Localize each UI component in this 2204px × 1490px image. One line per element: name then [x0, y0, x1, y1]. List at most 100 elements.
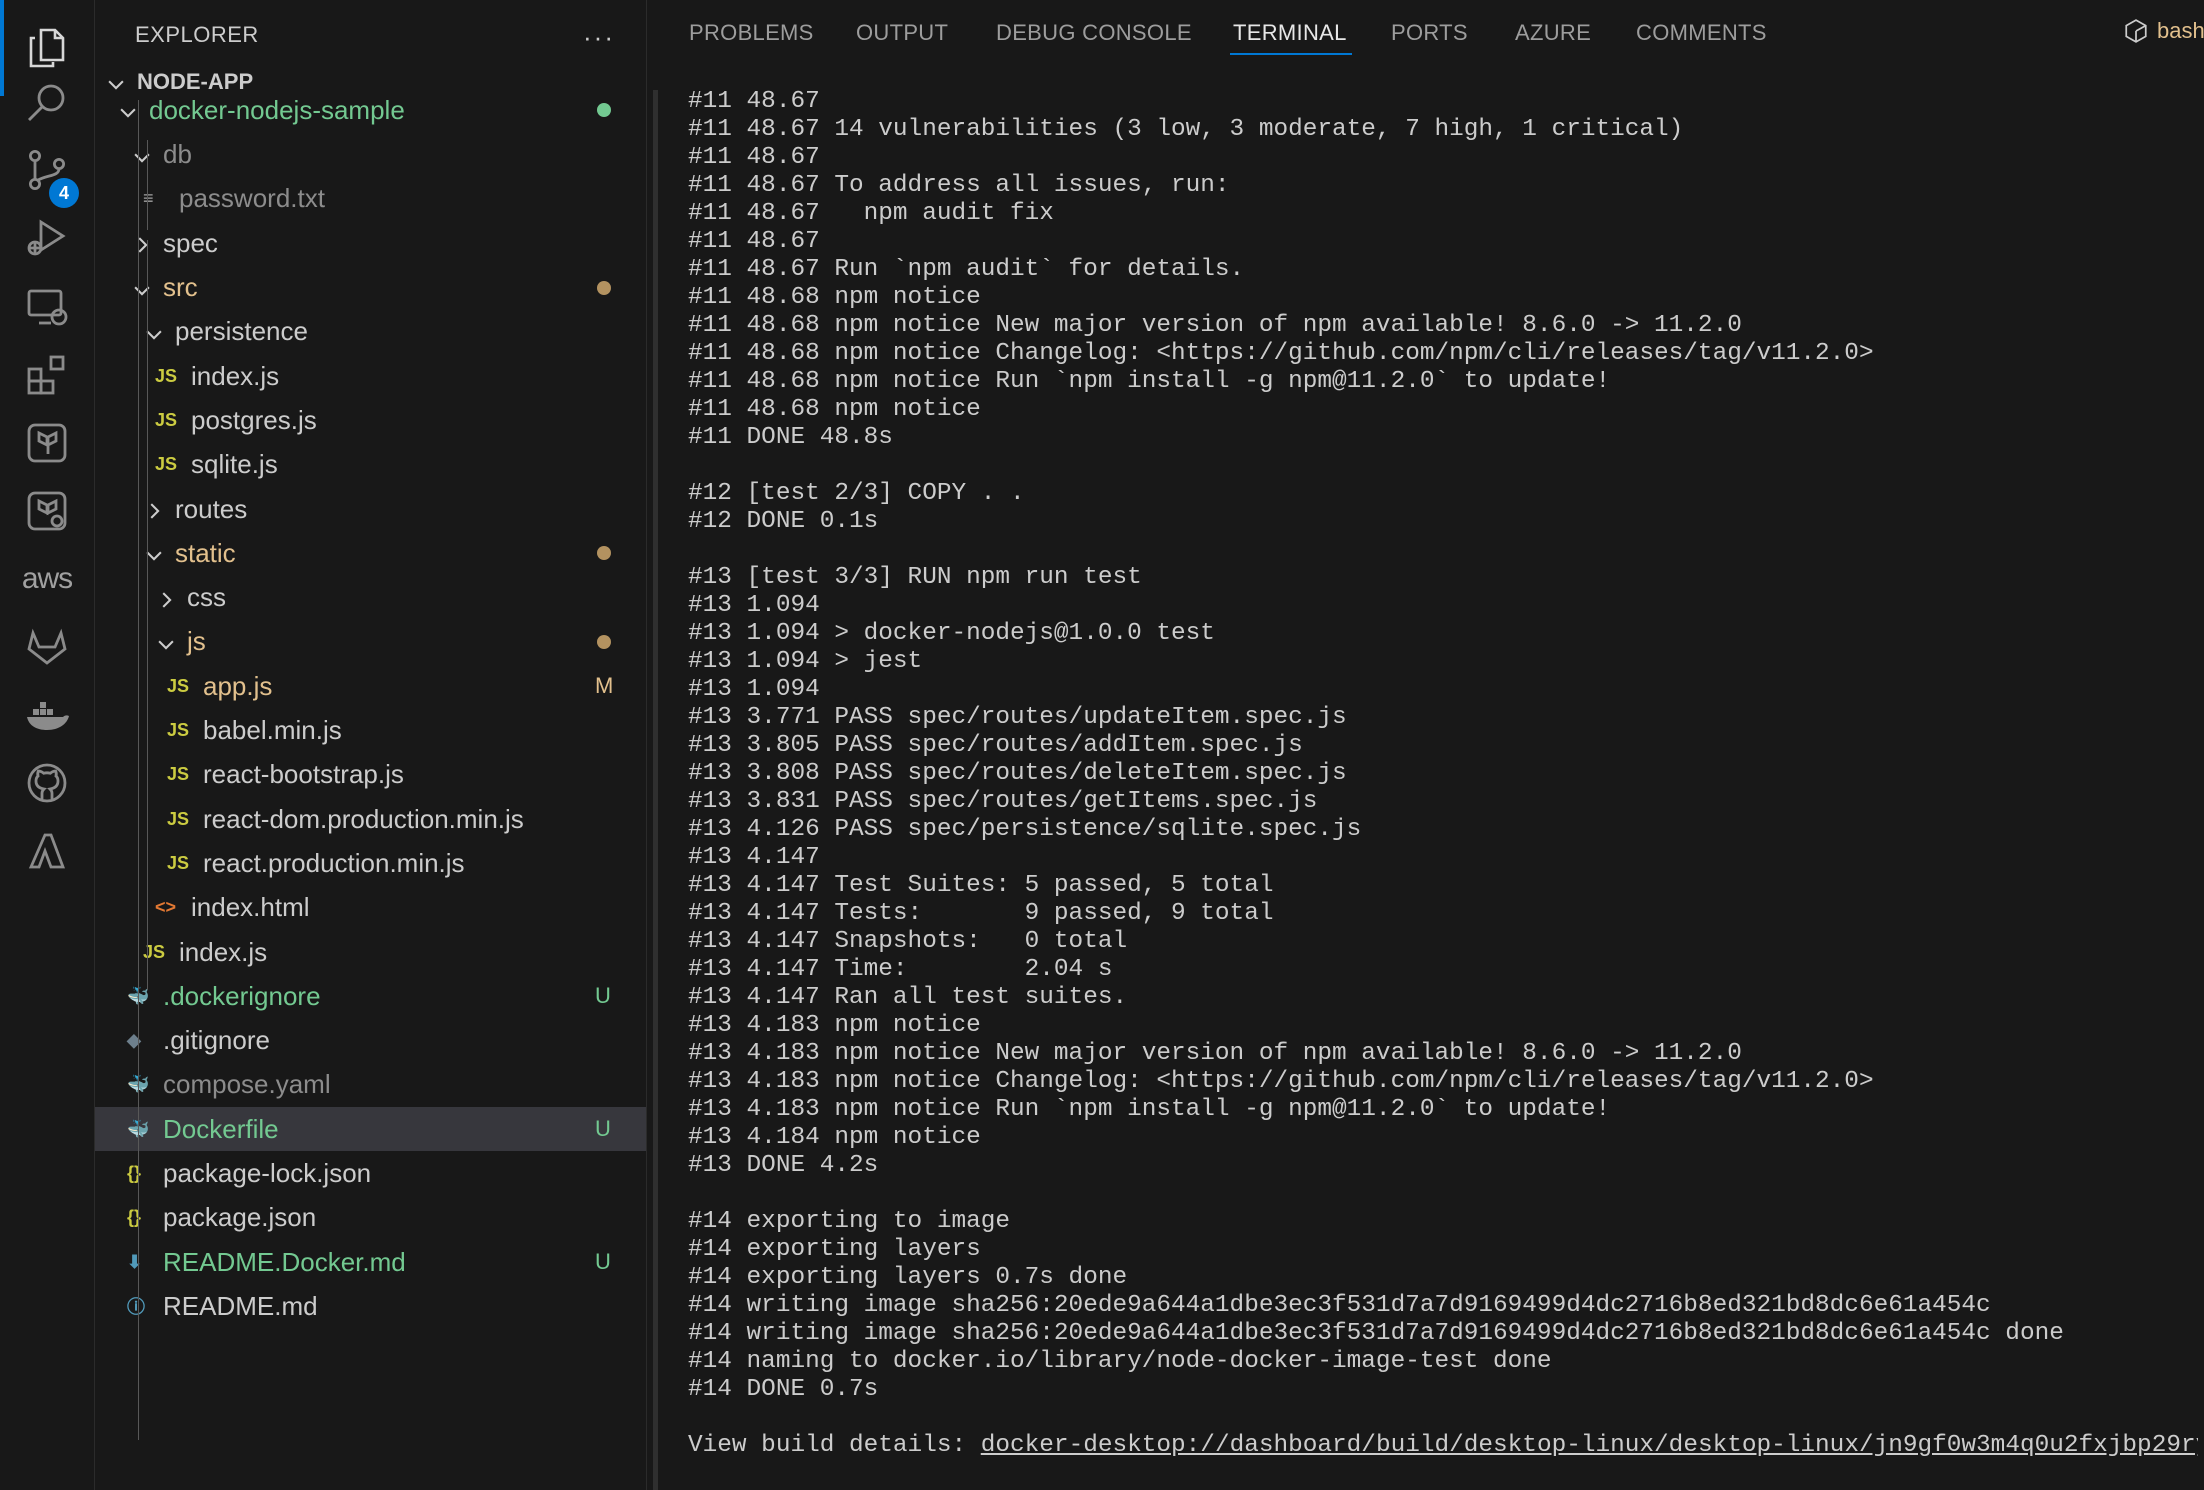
terminal-line: #11 48.68 npm notice Changelog: <https:/… [688, 340, 1874, 367]
chevron-right-icon [155, 587, 177, 609]
explorer-title: EXPLORER [135, 22, 259, 47]
terminal-line: #14 writing image sha256:20ede9a644a1dbe… [688, 1320, 2064, 1347]
tab-azure[interactable]: AZURE [1515, 20, 1591, 46]
tree-file[interactable]: {} package-lock.json [95, 1152, 646, 1196]
tree-file[interactable]: ≡ password.txt [95, 177, 646, 221]
bottom-panel: PROBLEMS OUTPUT DEBUG CONSOLE TERMINAL PORTS… [647, 0, 2204, 1490]
terminal-line: #13 4.183 npm notice New major version o… [688, 1040, 1742, 1067]
terminal-shell-selector[interactable]: bash [2123, 18, 2204, 44]
tree-item-label: src [163, 272, 198, 302]
tree-item-label: react-dom.production.min.js [203, 803, 524, 834]
tree-item-label: spec [163, 227, 218, 258]
compose-icon: 🐳 [127, 1074, 150, 1095]
terminal-line: #13 4.147 [688, 844, 820, 871]
tab-comments[interactable]: COMMENTS [1636, 20, 1767, 46]
git-status-dot [597, 546, 611, 561]
terminal-line: #11 48.67 [688, 88, 820, 115]
chevron-down-icon [131, 277, 153, 299]
terminal-line: #13 4.147 Test Suites: 5 passed, 5 total [688, 872, 1274, 899]
terminal-line: #11 48.68 npm notice Run `npm install -g… [688, 368, 1611, 395]
tree-item-label: README.md [163, 1290, 318, 1321]
tab-terminal[interactable]: TERMINAL [1233, 20, 1347, 46]
build-details-line: View build details: docker-desktop://das… [688, 1432, 2198, 1460]
aws-label: aws [21, 562, 73, 595]
tree-folder[interactable]: persistence [95, 310, 646, 354]
tree-file[interactable]: ⬇ README.Docker.md U [95, 1240, 646, 1284]
tree-file[interactable]: JS index.js [95, 930, 646, 974]
tree-folder[interactable]: db [95, 133, 646, 177]
tree-folder[interactable]: src [95, 266, 646, 310]
tree-file[interactable]: JS index.js [95, 354, 646, 398]
tree-item-label: routes [175, 493, 248, 524]
tree-folder[interactable]: routes [95, 487, 646, 531]
chevron-right-icon [131, 232, 153, 254]
tree-file[interactable]: 🐳 .dockerignore U [95, 974, 646, 1018]
markdown-icon: ⬇ [127, 1251, 143, 1272]
tree-file[interactable]: JS react-bootstrap.js [95, 753, 646, 797]
tree-item-label: package.json [163, 1202, 317, 1233]
tab-debug-console[interactable]: DEBUG CONSOLE [996, 20, 1192, 46]
tab-problems[interactable]: PROBLEMS [689, 20, 814, 46]
terminal-line: #13 4.183 npm notice Changelog: <https:/… [688, 1068, 1874, 1095]
tree-item-label: .dockerignore [163, 980, 321, 1011]
tab-output[interactable]: OUTPUT [856, 20, 948, 46]
terminal-line: #14 exporting to image [688, 1208, 1011, 1235]
tree-item-label: db [163, 139, 192, 170]
tree-item-label: postgres.js [191, 404, 317, 435]
tree-file[interactable]: 🐳 Dockerfile U [95, 1107, 646, 1152]
git-status-letter: U [595, 983, 611, 1009]
tree-item-label: css [187, 582, 226, 613]
tree-folder[interactable]: spec [95, 221, 646, 265]
tree-file[interactable]: <> index.html [95, 886, 646, 930]
tree-folder[interactable]: css [95, 576, 646, 620]
tree-file[interactable]: JS app.js M [95, 664, 646, 708]
tree-folder[interactable]: static [95, 531, 646, 575]
terminal-scrollbar[interactable] [653, 90, 658, 1490]
tree-folder[interactable]: docker-nodejs-sample [95, 88, 646, 132]
terminal-line: #11 48.68 npm notice New major version o… [688, 312, 1742, 339]
js-icon: JS [155, 454, 178, 475]
tree-file[interactable]: ◆ .gitignore [95, 1019, 646, 1063]
terminal-output[interactable]: #11 48.67 #11 48.67 14 vulnerabilities (3… [688, 88, 2198, 1460]
build-details-link[interactable]: docker-desktop://dashboard/build/desktop… [981, 1432, 2198, 1459]
tree-file[interactable]: 🐳 compose.yaml [95, 1063, 646, 1107]
tree-file[interactable]: JS postgres.js [95, 398, 646, 442]
tree-file[interactable]: JS sqlite.js [95, 443, 646, 487]
indent-guide [147, 140, 148, 230]
terminal-line: #11 DONE 48.8s [688, 424, 893, 451]
more-actions-icon[interactable]: ··· [583, 22, 615, 53]
terminal-line: #12 [test 2/3] COPY . . [688, 480, 1025, 507]
terminal-line: #13 DONE 4.2s [688, 1152, 879, 1179]
dockerignore-icon: 🐳 [127, 985, 150, 1006]
terminal-line: #13 1.094 > jest [688, 648, 923, 675]
terminal-line: #14 exporting layers 0.7s done [688, 1264, 1128, 1291]
tree-item-label: README.Docker.md [163, 1246, 406, 1277]
tree-file[interactable]: JS babel.min.js [95, 709, 646, 753]
indent-guide [147, 240, 148, 990]
tree-item-label: app.js [203, 670, 273, 701]
azure-icon[interactable] [0, 806, 94, 896]
html-icon: <> [155, 897, 177, 918]
terminal-line: #13 3.805 PASS spec/routes/addItem.spec.… [688, 732, 1303, 759]
tree-folder[interactable]: js [95, 620, 646, 664]
terminal-line: #11 48.67 [688, 228, 820, 255]
tab-ports[interactable]: PORTS [1391, 20, 1468, 46]
tree-file[interactable]: JS react.production.min.js [95, 841, 646, 885]
terminal-line: #14 naming to docker.io/library/node-doc… [688, 1348, 1552, 1375]
tree-file[interactable]: ⓘ README.md [95, 1284, 646, 1328]
tree-file[interactable]: {} package.json [95, 1196, 646, 1240]
tree-item-label: index.html [191, 892, 310, 923]
indent-guide [138, 100, 139, 1440]
terminal-line: #12 DONE 0.1s [688, 508, 879, 535]
terminal-line: #13 4.126 PASS spec/persistence/sqlite.s… [688, 816, 1362, 843]
tree-item-label: index.js [179, 936, 268, 967]
terminal-line: #11 48.68 npm notice [688, 284, 981, 311]
tree-file[interactable]: JS react-dom.production.min.js [95, 797, 646, 841]
terminal-line: #11 48.67 14 vulnerabilities (3 low, 3 m… [688, 116, 1684, 143]
js-icon: JS [167, 808, 190, 829]
terminal-line: #13 1.094 [688, 676, 820, 703]
git-status-letter: U [595, 1116, 611, 1142]
